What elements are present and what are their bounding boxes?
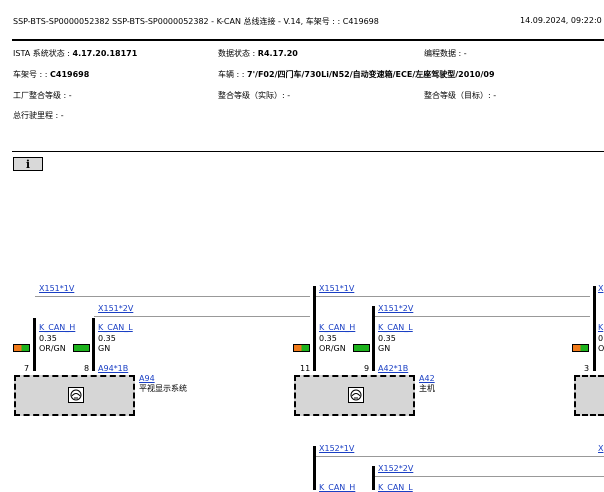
- bus-line: [374, 316, 590, 317]
- ecu-box-a42[interactable]: [294, 375, 415, 416]
- vehicle-value: 7'/F02/四门车/730Li/N52/自动变速箱/ECE/左座驾驶型/201…: [247, 70, 495, 79]
- ecu-box-a94[interactable]: [14, 375, 135, 416]
- wire-color: O: [598, 344, 604, 353]
- connector-label[interactable]: X: [598, 444, 603, 453]
- ista-status-label: ISTA 系统状态 :: [13, 49, 73, 58]
- vehicle: 车辆 : : 7'/F02/四门车/730Li/N52/自动变速箱/ECE/左座…: [218, 69, 495, 80]
- pin-number: 8: [84, 364, 90, 373]
- plug-label[interactable]: A94*1B: [98, 364, 128, 373]
- vehicle-label: 车辆 : :: [218, 70, 248, 79]
- wire-size: 0.35: [39, 334, 57, 343]
- plug-label[interactable]: A42*1B: [378, 364, 408, 373]
- wire-color: OR/GN: [39, 344, 66, 353]
- connector-label[interactable]: X151*1V: [319, 284, 354, 293]
- info-divider: [12, 151, 604, 152]
- module-id[interactable]: A42: [419, 374, 435, 383]
- data-status-label: 数据状态 :: [218, 49, 258, 58]
- wire-name[interactable]: K_CAN_H: [319, 323, 355, 332]
- vin: 车架号 : : C419698: [13, 69, 89, 80]
- bus-line: [374, 476, 604, 477]
- factory-integration-level: 工厂整合等级 : -: [13, 91, 72, 100]
- module-name: 平视显示系统: [139, 384, 187, 393]
- wire-k-can-l: [372, 306, 375, 371]
- wire-k-can-l: [372, 466, 375, 490]
- connector-label[interactable]: X: [598, 284, 603, 293]
- wire-name[interactable]: K_CAN_H: [39, 323, 75, 332]
- wire-k-can-l: [92, 318, 95, 371]
- wire-color-swatch-or-gn: [293, 344, 310, 352]
- wire-color: OR/GN: [319, 344, 346, 353]
- vin-value: C419698: [50, 70, 90, 79]
- wire-size: 0.35: [319, 334, 337, 343]
- wire-size: 0: [598, 334, 604, 343]
- connector-label[interactable]: X151*2V: [98, 304, 133, 313]
- bus-line: [94, 316, 310, 317]
- ista-status: ISTA 系统状态 : 4.17.20.18171: [13, 48, 137, 59]
- ecu-box-partial[interactable]: [574, 375, 604, 416]
- module-name: 主机: [419, 384, 435, 393]
- wire-k-can-h: [313, 286, 316, 371]
- pin-number: 7: [24, 364, 30, 373]
- connector-label[interactable]: X152*1V: [319, 444, 354, 453]
- wire-name[interactable]: K_CAN_L: [378, 483, 413, 492]
- connector-label[interactable]: X152*2V: [378, 464, 413, 473]
- print-datetime: 14.09.2024, 09:22:0: [520, 16, 602, 25]
- wire-color-swatch-gn: [353, 344, 370, 352]
- control-unit-icon: [68, 387, 84, 403]
- programming-data: 编程数据 : -: [424, 49, 467, 58]
- wire-name[interactable]: K_CAN_H: [319, 483, 355, 492]
- wire-color-swatch-or-gn: [572, 344, 589, 352]
- connector-label[interactable]: X151*2V: [378, 304, 413, 313]
- wire-size: 0.35: [98, 334, 116, 343]
- target-integration-level: 整合等级（目标）: -: [424, 91, 497, 100]
- bus-line: [35, 296, 310, 297]
- data-status-value: R4.17.20: [257, 49, 298, 58]
- pin-number: 11: [300, 364, 311, 373]
- vin-label: 车架号 : :: [13, 70, 51, 79]
- bus-line: [315, 296, 590, 297]
- bus-line: [315, 456, 604, 457]
- wire-name[interactable]: K_CAN_L: [378, 323, 413, 332]
- info-button[interactable]: i: [13, 157, 43, 171]
- wire-k-can-h: [593, 286, 596, 371]
- wire-k-can-h: [313, 446, 316, 490]
- page-title: SSP-BTS-SP0000052382 SSP-BTS-SP000005238…: [13, 17, 379, 26]
- header-divider: [12, 39, 604, 41]
- module-id[interactable]: A94: [139, 374, 155, 383]
- wire-name[interactable]: K_CAN_L: [98, 323, 133, 332]
- pin-number: 3: [584, 364, 590, 373]
- connector-label[interactable]: X151*1V: [39, 284, 74, 293]
- wire-name[interactable]: K: [598, 323, 603, 332]
- wire-color: GN: [378, 344, 391, 353]
- wire-color-swatch-gn: [73, 344, 90, 352]
- wire-color: GN: [98, 344, 111, 353]
- wire-size: 0.35: [378, 334, 396, 343]
- pin-number: 9: [364, 364, 370, 373]
- total-mileage: 总行驶里程 : -: [13, 111, 64, 120]
- data-status: 数据状态 : R4.17.20: [218, 48, 298, 59]
- actual-integration-level: 整合等级（实际）: -: [218, 91, 291, 100]
- wire-color-swatch-or-gn: [13, 344, 30, 352]
- control-unit-icon: [348, 387, 364, 403]
- ista-status-value: 4.17.20.18171: [72, 49, 138, 58]
- wire-k-can-h: [33, 318, 36, 371]
